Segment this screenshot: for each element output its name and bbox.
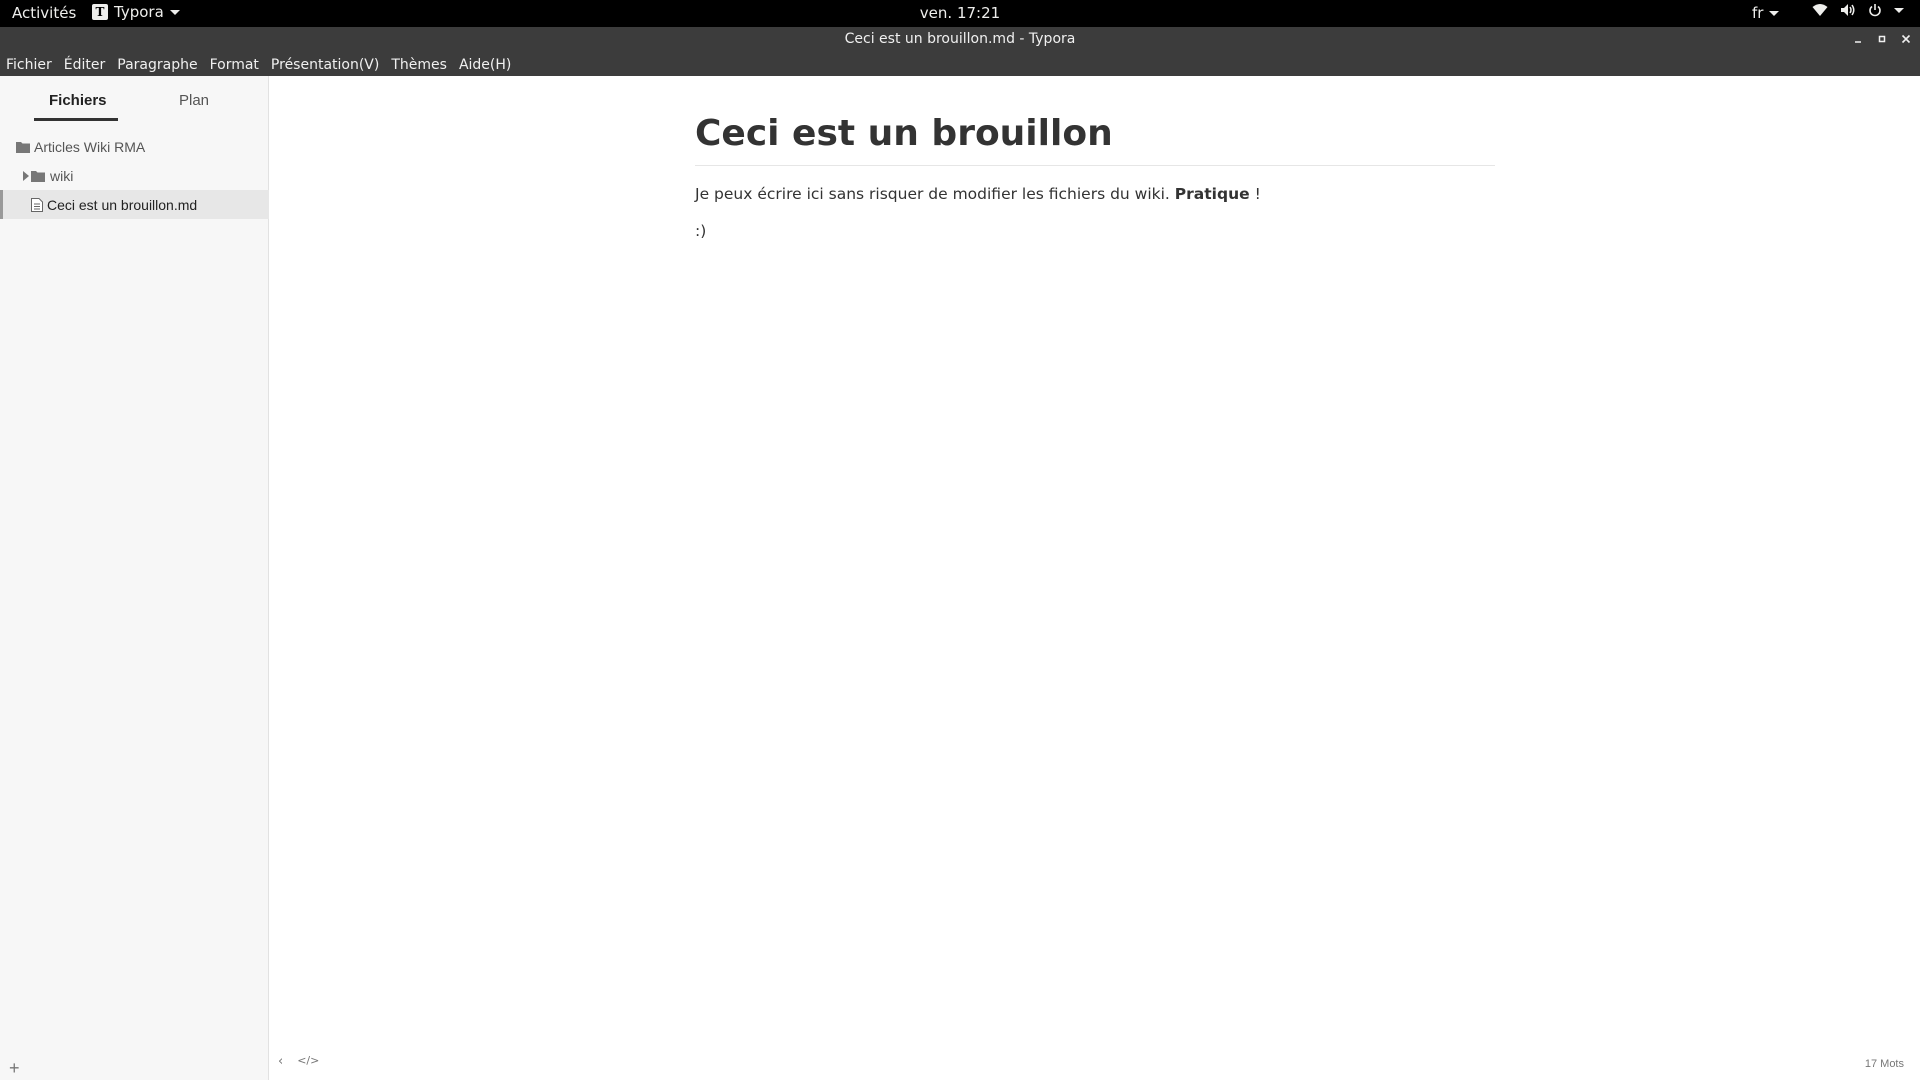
file-tree: Articles Wiki RMA wiki Ceci est un broui… bbox=[0, 132, 269, 219]
chevron-down-icon bbox=[1769, 10, 1780, 16]
tree-root-label: Articles Wiki RMA bbox=[34, 138, 146, 155]
document-paragraph[interactable]: Je peux écrire ici sans risquer de modif… bbox=[695, 182, 1495, 207]
paragraph-end: ! bbox=[1249, 185, 1261, 204]
add-file-button[interactable]: + bbox=[9, 1058, 20, 1079]
window-title: Ceci est un brouillon.md - Typora bbox=[844, 31, 1076, 47]
document-smiley-line[interactable]: :) bbox=[695, 219, 1495, 244]
menu-editer[interactable]: Éditer bbox=[64, 57, 105, 73]
clock[interactable]: ven. 17:21 bbox=[920, 4, 1000, 22]
maximize-button[interactable] bbox=[1874, 30, 1890, 48]
tree-folder-label: wiki bbox=[50, 167, 74, 184]
status-bar-left: ‹ </> bbox=[278, 1054, 319, 1069]
network-icon bbox=[1812, 4, 1828, 16]
source-mode-icon[interactable]: </> bbox=[297, 1054, 319, 1069]
word-count[interactable]: 17 Mots bbox=[1865, 1058, 1904, 1070]
sidebar: Fichiers Plan Articles Wiki RMA wiki Cec… bbox=[0, 76, 269, 1080]
app-menu[interactable]: T Typora bbox=[92, 3, 180, 21]
document[interactable]: Ceci est un brouillon Je peux écrire ici… bbox=[695, 112, 1495, 256]
language-label: fr bbox=[1752, 4, 1764, 22]
tab-fichiers[interactable]: Fichiers bbox=[49, 92, 107, 109]
maximize-icon bbox=[1878, 35, 1886, 43]
chevron-down-icon bbox=[1894, 7, 1904, 13]
menu-fichier[interactable]: Fichier bbox=[6, 57, 52, 73]
tree-root-folder[interactable]: Articles Wiki RMA bbox=[0, 132, 269, 161]
menu-aide[interactable]: Aide(H) bbox=[459, 57, 511, 73]
tree-file-item[interactable]: Ceci est un brouillon.md bbox=[0, 190, 269, 219]
window-title-bar[interactable]: Ceci est un brouillon.md - Typora bbox=[0, 27, 1920, 53]
typora-logo-icon: T bbox=[92, 4, 108, 20]
caret-right-icon bbox=[23, 170, 29, 181]
sidebar-tabs: Fichiers Plan bbox=[0, 76, 269, 124]
volume-icon bbox=[1841, 4, 1855, 16]
app-menu-label: Typora bbox=[114, 3, 164, 21]
paragraph-bold: Pratique bbox=[1174, 185, 1250, 204]
gnome-top-bar: Activités T Typora ven. 17:21 fr bbox=[0, 0, 1920, 27]
chevron-down-icon bbox=[169, 9, 180, 15]
system-tray[interactable] bbox=[1812, 3, 1904, 17]
tree-folder-wiki[interactable]: wiki bbox=[0, 161, 269, 190]
menu-bar: Fichier Éditer Paragraphe Format Présent… bbox=[0, 53, 1920, 76]
close-icon bbox=[1901, 34, 1911, 44]
document-heading[interactable]: Ceci est un brouillon bbox=[695, 112, 1495, 167]
active-tab-indicator bbox=[34, 118, 118, 121]
menu-format[interactable]: Format bbox=[210, 57, 259, 73]
minimize-button[interactable] bbox=[1850, 30, 1866, 48]
clock-container: ven. 17:21 bbox=[0, 4, 1920, 22]
close-button[interactable] bbox=[1898, 30, 1914, 48]
power-icon bbox=[1869, 4, 1881, 17]
folder-icon bbox=[16, 141, 30, 153]
menu-presentation[interactable]: Présentation(V) bbox=[271, 57, 379, 73]
menu-themes[interactable]: Thèmes bbox=[391, 57, 447, 73]
activities-button[interactable]: Activités bbox=[12, 4, 76, 22]
menu-paragraphe[interactable]: Paragraphe bbox=[117, 57, 197, 73]
toggle-sidebar-icon[interactable]: ‹ bbox=[278, 1054, 283, 1069]
window-controls bbox=[1850, 30, 1914, 48]
editor-area[interactable]: Ceci est un brouillon Je peux écrire ici… bbox=[270, 76, 1920, 1080]
paragraph-text: Je peux écrire ici sans risquer de modif… bbox=[695, 185, 1175, 204]
file-icon bbox=[31, 197, 43, 212]
folder-icon bbox=[31, 170, 45, 182]
minimize-icon bbox=[1855, 41, 1861, 43]
language-switcher[interactable]: fr bbox=[1752, 4, 1780, 22]
tree-file-label: Ceci est un brouillon.md bbox=[47, 196, 198, 213]
tab-plan[interactable]: Plan bbox=[179, 92, 209, 109]
